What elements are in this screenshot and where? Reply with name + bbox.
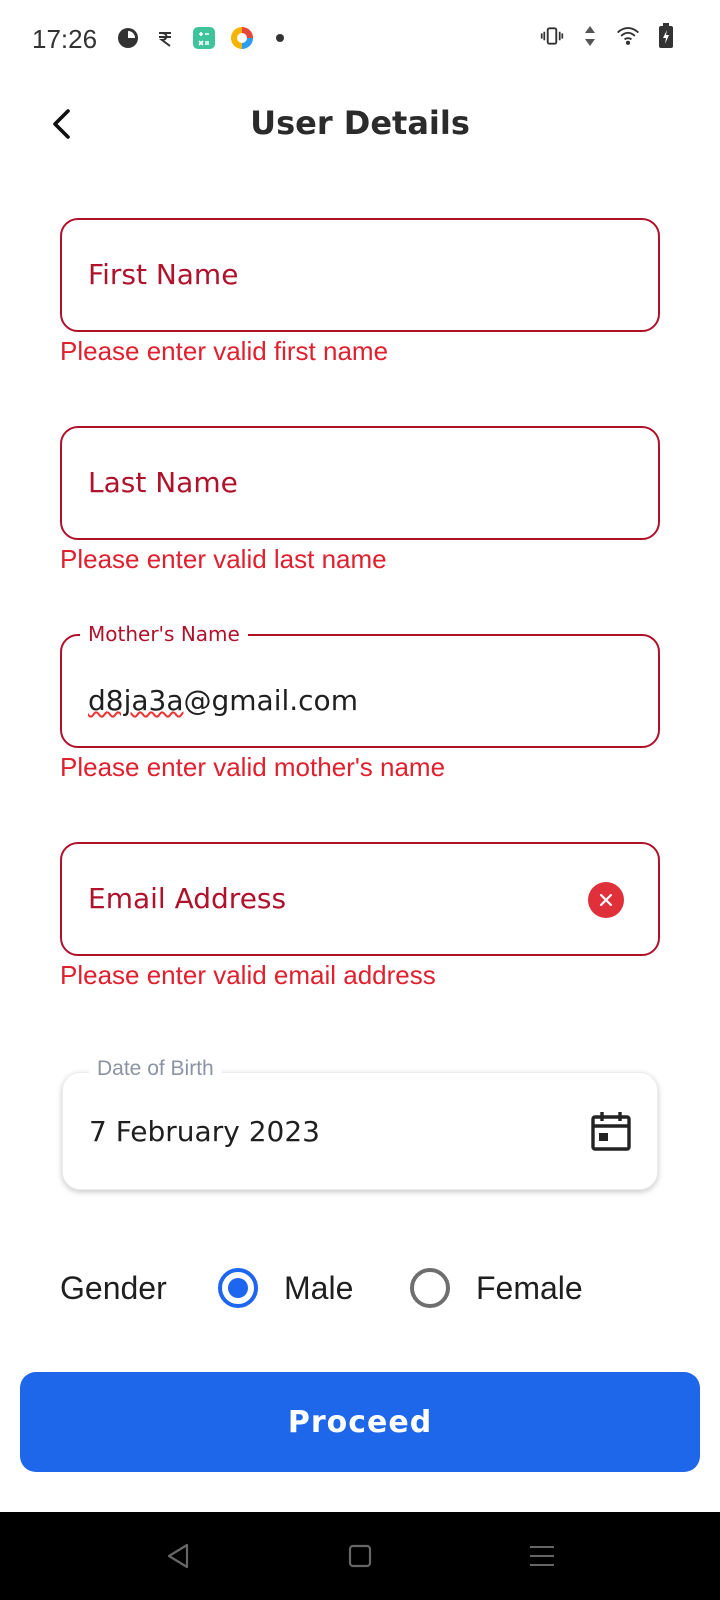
first-name-placeholder: First Name bbox=[88, 258, 239, 291]
rupee-icon bbox=[154, 26, 178, 50]
vibrate-icon bbox=[540, 24, 564, 48]
mothers-name-error: Please enter valid mother's name bbox=[60, 752, 446, 782]
clear-email-button[interactable] bbox=[588, 882, 624, 918]
mothers-name-field[interactable]: Mother's Name d8ja3a@gmail.com bbox=[60, 622, 660, 748]
date-of-birth-value: 7 February 2023 bbox=[89, 1115, 320, 1148]
status-bar: 17:26 bbox=[0, 0, 720, 80]
mothers-name-value: d8ja3a@gmail.com bbox=[88, 684, 358, 717]
app-bar: User Details bbox=[0, 80, 720, 170]
spellcheck-underlined-text: d8ja3a bbox=[88, 684, 184, 717]
gender-label: Gender bbox=[60, 1270, 167, 1306]
gender-male-label[interactable]: Male bbox=[284, 1270, 353, 1307]
color-app-icon bbox=[230, 26, 254, 50]
last-name-placeholder: Last Name bbox=[88, 466, 238, 499]
close-icon bbox=[599, 893, 613, 907]
proceed-button[interactable]: Proceed bbox=[20, 1372, 700, 1472]
last-name-error: Please enter valid last name bbox=[60, 544, 387, 574]
more-dot-icon bbox=[268, 26, 292, 50]
status-time: 17:26 bbox=[32, 24, 98, 54]
email-placeholder: Email Address bbox=[88, 882, 287, 915]
nav-home-button[interactable] bbox=[338, 1534, 382, 1578]
notification-app-icon bbox=[116, 26, 140, 50]
page-title: User Details bbox=[250, 104, 470, 142]
calendar-button[interactable] bbox=[589, 1109, 633, 1153]
battery-charging-icon bbox=[654, 23, 678, 48]
nav-back-icon bbox=[167, 1543, 189, 1569]
nav-menu-icon bbox=[530, 1546, 554, 1566]
gender-male-radio[interactable] bbox=[218, 1268, 258, 1308]
nav-recents-button[interactable] bbox=[520, 1534, 564, 1578]
gender-female-radio[interactable] bbox=[410, 1268, 450, 1308]
gender-selector: Gender Male Female bbox=[60, 1260, 680, 1320]
date-of-birth-label: Date of Birth bbox=[89, 1057, 222, 1081]
first-name-field[interactable]: First Name bbox=[60, 218, 660, 332]
date-of-birth-field[interactable]: Date of Birth 7 February 2023 bbox=[62, 1057, 658, 1190]
status-icons-left bbox=[116, 26, 292, 50]
mothers-name-value-rest: @gmail.com bbox=[183, 684, 358, 717]
status-icons-right bbox=[540, 23, 678, 48]
system-navigation-bar bbox=[0, 1512, 720, 1600]
first-name-error: Please enter valid first name bbox=[60, 336, 389, 366]
last-name-field[interactable]: Last Name bbox=[60, 426, 660, 540]
nav-back-button[interactable] bbox=[156, 1534, 200, 1578]
data-arrows-icon bbox=[578, 24, 602, 48]
nav-home-icon bbox=[348, 1544, 372, 1568]
wifi-icon bbox=[616, 24, 640, 48]
gender-female-label[interactable]: Female bbox=[476, 1270, 583, 1307]
mothers-name-label: Mother's Name bbox=[80, 622, 248, 646]
calendar-icon bbox=[591, 1112, 631, 1151]
calculator-app-icon bbox=[192, 26, 216, 50]
email-field[interactable]: Email Address bbox=[60, 842, 660, 956]
email-error: Please enter valid email address bbox=[60, 960, 436, 990]
